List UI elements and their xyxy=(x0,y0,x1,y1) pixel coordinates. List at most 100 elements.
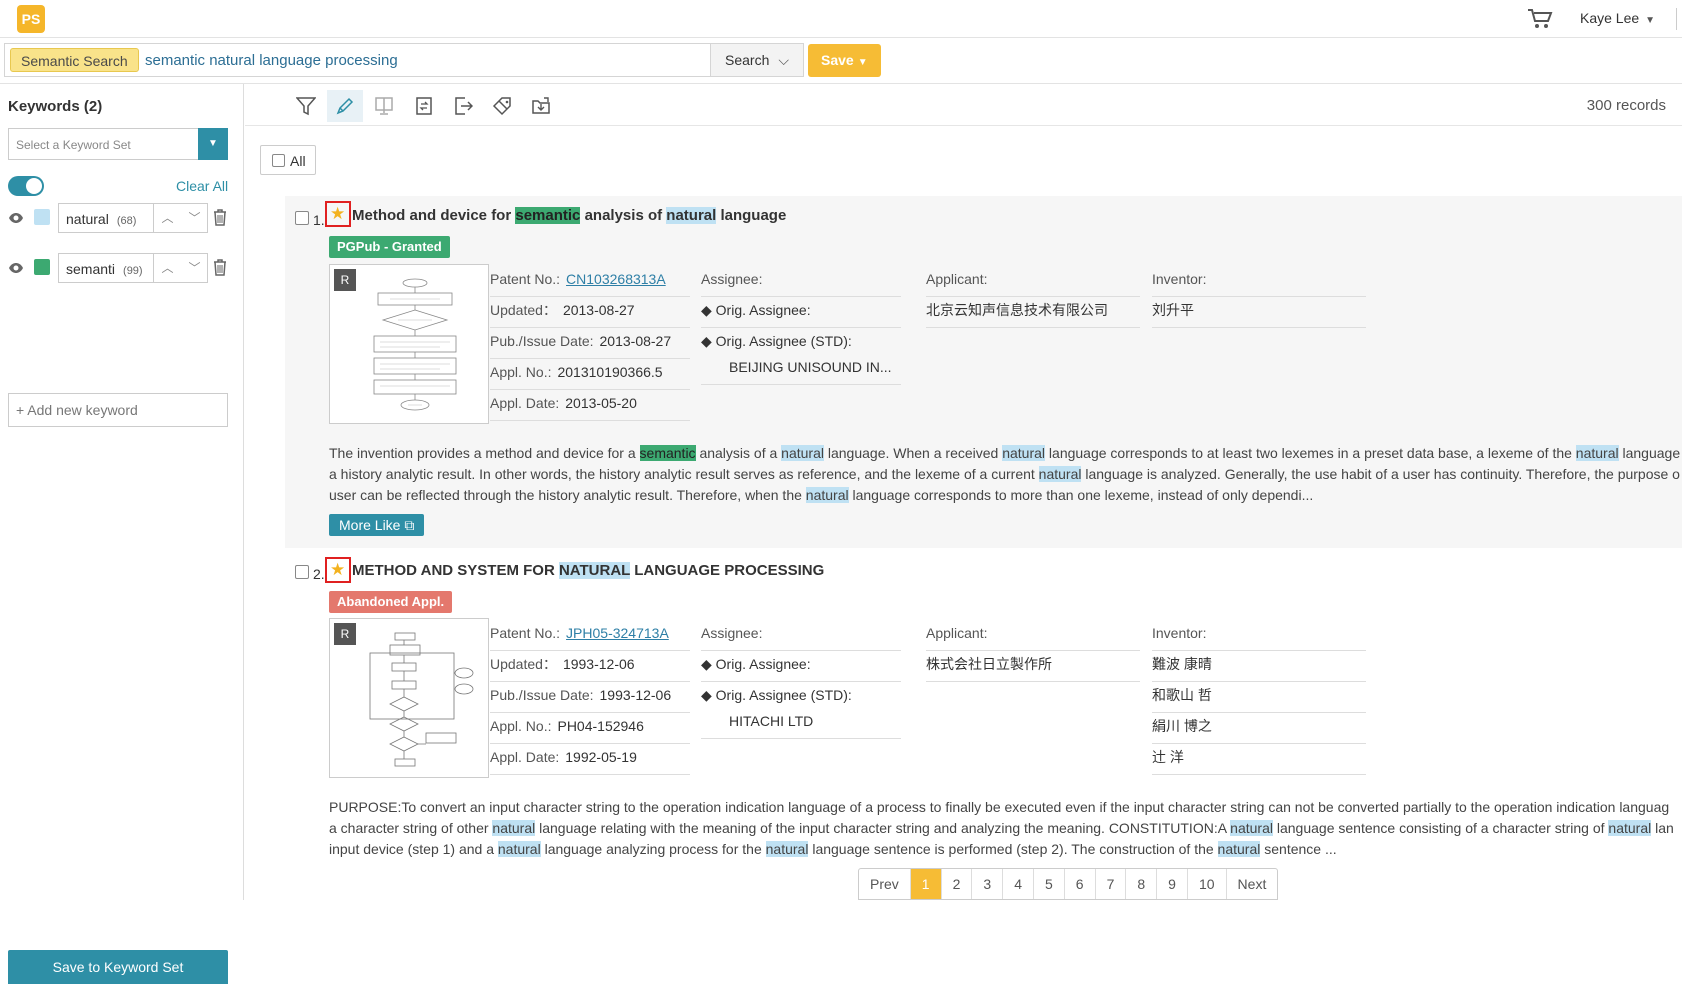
appl-no-value: PH04-152946 xyxy=(557,718,644,734)
appl-date-label: Appl. Date: xyxy=(490,395,560,411)
patent-drawing-thumbnail[interactable]: R xyxy=(329,264,489,424)
field-row: 絹川 博之 xyxy=(1152,711,1366,744)
keyword-input[interactable]: semanti (99) ︿ ﹀ xyxy=(58,253,208,283)
field-row: Appl. Date: 2013-05-20 xyxy=(490,388,690,421)
chevron-down-icon[interactable]: ﹀ xyxy=(181,204,208,232)
field-row: Patent No.: CN103268313A xyxy=(490,264,690,297)
keyword-highlight: natural xyxy=(666,207,717,224)
pub-date-label: Pub./Issue Date: xyxy=(490,333,594,349)
page-button[interactable]: 6 xyxy=(1065,869,1096,899)
next-page-button[interactable]: Next xyxy=(1227,869,1278,899)
chevron-down-icon[interactable]: ﹀ xyxy=(181,254,208,282)
pub-date-value: 1993-12-06 xyxy=(599,687,672,703)
tag-icon[interactable] xyxy=(484,90,520,122)
patent-number-link[interactable]: JPH05-324713A xyxy=(566,625,669,641)
add-keyword-input[interactable]: + Add new keyword xyxy=(8,393,228,427)
inventor-value: 辻 洋 xyxy=(1152,749,1184,765)
keyword-highlight: natural xyxy=(497,841,541,857)
inventor-value: 和歌山 哲 xyxy=(1152,687,1212,703)
field-row: 辻 洋 xyxy=(1152,742,1366,775)
page-button[interactable]: 3 xyxy=(972,869,1004,899)
keywords-title: Keywords (2) xyxy=(8,98,103,115)
eye-icon[interactable] xyxy=(8,210,24,226)
abstract-text: The invention provides a method and devi… xyxy=(329,443,1681,506)
orig-assignee-std-label: ◆ Orig. Assignee (STD): xyxy=(701,333,852,349)
search-button[interactable]: Search ⌵ xyxy=(710,43,804,77)
save-to-keyword-set-button[interactable]: Save to Keyword Set xyxy=(8,950,228,984)
star-icon[interactable]: ★ xyxy=(325,557,351,583)
app-logo[interactable]: PS xyxy=(17,5,45,33)
result-checkbox[interactable] xyxy=(295,211,309,225)
search-query[interactable]: semantic natural language processing xyxy=(145,52,398,69)
inventor-label: Inventor: xyxy=(1152,625,1207,641)
page-button[interactable]: 9 xyxy=(1157,869,1188,899)
r-badge: R xyxy=(334,269,356,291)
page-button[interactable]: 1 xyxy=(910,869,942,899)
page-button[interactable]: 2 xyxy=(942,869,973,899)
keyword-color-swatch[interactable] xyxy=(34,259,50,275)
keyword-highlight: natural xyxy=(1608,820,1652,836)
appl-no-label: Appl. No.: xyxy=(490,364,552,380)
assignee-label: Assignee: xyxy=(701,625,763,641)
keyword-color-swatch[interactable] xyxy=(34,209,50,225)
more-like-button[interactable]: More Like ⧉ xyxy=(329,514,425,536)
user-menu[interactable]: Kaye Lee ▼ xyxy=(1580,10,1655,26)
text-segment: a character string of other xyxy=(329,820,493,836)
result-item: 2. ★ METHOD AND SYSTEM FOR NATURAL LANGU… xyxy=(285,552,1682,862)
result-checkbox[interactable] xyxy=(295,565,309,579)
patent-number-link[interactable]: CN103268313A xyxy=(566,271,666,287)
appl-date-label: Appl. Date: xyxy=(490,749,560,765)
save-to-folder-icon[interactable] xyxy=(523,90,559,122)
inventor-label: Inventor: xyxy=(1152,271,1207,287)
abstract-line: user can be reflected through the histor… xyxy=(329,485,1681,506)
patent-drawing-thumbnail[interactable]: R xyxy=(329,618,489,778)
field-row: Updated： 1993-12-06 xyxy=(490,649,690,682)
inventor-value: 刘升平 xyxy=(1152,302,1194,318)
text-segment: language. When a received xyxy=(823,445,1003,461)
chevron-up-icon[interactable]: ︿ xyxy=(154,204,181,232)
compare-icon[interactable] xyxy=(406,90,442,122)
eye-icon[interactable] xyxy=(8,260,24,276)
search-input[interactable]: Semantic Search semantic natural languag… xyxy=(4,43,712,77)
updated-value: 2013-08-27 xyxy=(562,302,635,318)
page-button[interactable]: 4 xyxy=(1003,869,1034,899)
field-row: HITACHI LTD xyxy=(701,706,901,739)
pub-date-label: Pub./Issue Date: xyxy=(490,687,594,703)
keyword-highlight: semantic xyxy=(515,207,581,224)
keyword-highlight: natural xyxy=(765,841,809,857)
page-button[interactable]: 10 xyxy=(1188,869,1227,899)
display-icon[interactable] xyxy=(366,90,402,122)
cart-icon[interactable] xyxy=(1527,8,1553,30)
trash-icon[interactable] xyxy=(212,208,228,226)
page-button[interactable]: 8 xyxy=(1126,869,1158,899)
save-button[interactable]: Save ▼ xyxy=(808,44,881,77)
clear-all-link[interactable]: Clear All xyxy=(176,178,228,194)
keyword-highlight: natural xyxy=(781,445,824,461)
export-icon[interactable] xyxy=(445,90,481,122)
search-mode-tag[interactable]: Semantic Search xyxy=(10,48,139,72)
result-number: 1. xyxy=(313,212,325,228)
filter-icon[interactable] xyxy=(288,90,324,122)
keyword-set-select[interactable]: Select a Keyword Set ▼ xyxy=(8,128,228,160)
text-segment: language relating with the meaning of th… xyxy=(535,820,1231,836)
select-all-checkbox[interactable]: All xyxy=(260,145,316,175)
trash-icon[interactable] xyxy=(212,258,228,276)
divider xyxy=(1676,8,1677,30)
highlight-toggle[interactable] xyxy=(8,176,44,196)
prev-page-button[interactable]: Prev xyxy=(859,869,911,899)
keyword-input[interactable]: natural (68) ︿ ﹀ xyxy=(58,203,208,233)
highlighter-icon[interactable] xyxy=(327,90,363,122)
checkbox[interactable] xyxy=(272,154,285,167)
field-row: 和歌山 哲 xyxy=(1152,680,1366,713)
result-title[interactable]: Method and device for semantic analysis … xyxy=(352,207,786,224)
star-icon[interactable]: ★ xyxy=(325,201,351,227)
text-segment: language analyzing process for the xyxy=(540,841,766,857)
chevron-up-icon[interactable]: ︿ xyxy=(154,254,181,282)
field-row: Patent No.: JPH05-324713A xyxy=(490,618,690,651)
page-button[interactable]: 5 xyxy=(1034,869,1065,899)
result-title[interactable]: METHOD AND SYSTEM FOR NATURAL LANGUAGE P… xyxy=(352,562,824,579)
assignee-label: Assignee: xyxy=(701,271,763,287)
caret-down-icon[interactable]: ▼ xyxy=(198,128,228,160)
page-button[interactable]: 7 xyxy=(1096,869,1127,899)
search-row: Semantic Search semantic natural languag… xyxy=(0,38,1682,84)
